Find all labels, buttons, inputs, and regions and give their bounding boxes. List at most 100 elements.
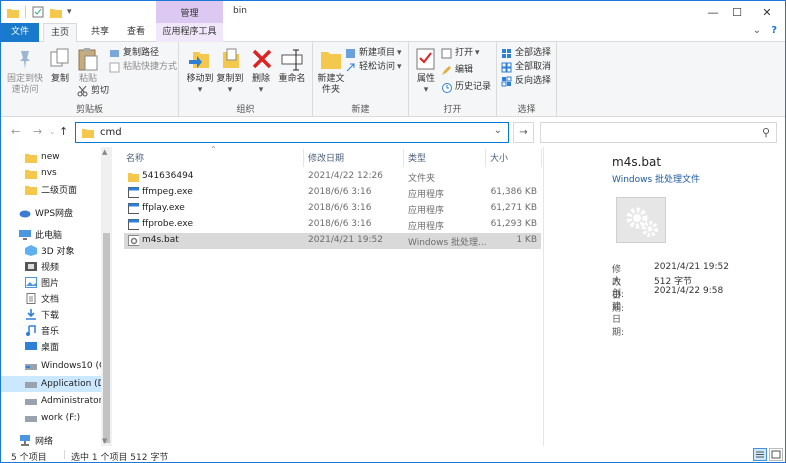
new-folder-button[interactable]: 新建文件夹 (315, 46, 347, 96)
details-view-icon[interactable] (753, 448, 767, 461)
nav-item-subpage[interactable]: 二级页面 (1, 181, 101, 197)
address-path: cmd (100, 127, 122, 138)
open-button[interactable]: 打开 ▾ (441, 47, 480, 60)
documents-icon (25, 292, 37, 304)
drive-icon (25, 413, 37, 424)
column-header-name[interactable]: 名称 (126, 151, 306, 167)
copy-path-icon (109, 48, 120, 59)
new-item-button[interactable]: 新建项目 ▾ (345, 47, 402, 60)
nav-item-drive-f[interactable]: work (F:) (1, 410, 101, 426)
invert-selection-button[interactable]: 反向选择 (501, 75, 551, 88)
file-row[interactable]: ffmpeg.exe 2018/6/6 3:16 应用程序 61,386 KB (124, 185, 541, 201)
nav-item-nvs[interactable]: nvs (1, 165, 101, 181)
nav-item-wps-cloud[interactable]: WPS网盘 (1, 204, 101, 220)
nav-item-label: 3D 对象 (41, 246, 75, 257)
scroll-up-icon[interactable]: ▲ (102, 148, 107, 156)
nav-item-label: 二级页面 (41, 185, 78, 196)
exe-icon (128, 203, 139, 214)
search-input[interactable]: ⚲ (540, 122, 777, 143)
paste-shortcut-button[interactable]: 粘贴快捷方式 (109, 61, 177, 74)
nav-item-this-pc[interactable]: 此电脑 (1, 226, 101, 242)
nav-item-documents[interactable]: 文档 (1, 290, 101, 306)
edit-button[interactable]: 编辑 (441, 64, 473, 77)
nav-item-music[interactable]: 音乐 (1, 322, 101, 338)
file-size: 61,386 KB (490, 187, 537, 197)
scroll-down-icon[interactable]: ▼ (102, 437, 107, 445)
item-count: 5 个项目 (11, 453, 47, 463)
tab-application-tools[interactable]: 应用程序工具 (156, 23, 223, 42)
rename-button[interactable]: 重命名 (277, 46, 307, 85)
nav-item-videos[interactable]: 视频 (1, 258, 101, 274)
copy-path-button[interactable]: 复制路径 (109, 47, 159, 60)
large-icons-view-icon[interactable] (769, 448, 783, 461)
copy-to-button[interactable]: 复制到 ▾ (215, 46, 245, 96)
close-button[interactable]: ✕ (747, 1, 785, 23)
cut-button[interactable]: 剪切 (77, 85, 109, 98)
nav-item-drive-c[interactable]: Windows10 (C: (1, 358, 101, 374)
go-button[interactable]: → (513, 122, 534, 143)
file-row-selected[interactable]: m4s.bat 2021/4/21 19:52 Windows 批处理... 1… (124, 233, 541, 249)
easy-access-button[interactable]: 轻松访问 ▾ (345, 61, 402, 74)
history-button[interactable]: 历史记录 (441, 81, 491, 94)
file-name: 541636494 (142, 171, 194, 181)
up-button[interactable]: ↑ (59, 125, 68, 138)
properties-icon[interactable] (32, 6, 44, 18)
folder-icon (25, 152, 37, 163)
nav-pane-scroll-thumb[interactable] (103, 233, 110, 443)
nav-item-pictures[interactable]: 图片 (1, 274, 101, 290)
file-row[interactable]: 541636494 2021/4/22 12:26 文件夹 (124, 169, 541, 185)
network-icon (19, 434, 31, 446)
copy-button[interactable]: 复制 (47, 46, 73, 85)
properties-dropdown-icon: ▾ (423, 85, 429, 95)
tab-home[interactable]: 主页 (43, 23, 77, 43)
open-dropdown-icon: ▾ (475, 48, 480, 58)
forward-button[interactable]: → (33, 125, 42, 138)
customize-qa-icon[interactable]: ▾ (67, 7, 72, 17)
nav-item-new[interactable]: new (1, 149, 101, 165)
nav-item-drive-d[interactable]: Application (D: (1, 376, 101, 392)
edit-label: 编辑 (455, 65, 474, 75)
help-icon[interactable]: ? (771, 25, 777, 36)
nav-item-drive-e[interactable]: Administrator ( (1, 393, 101, 409)
properties-button[interactable]: 属性 ▾ (413, 46, 439, 96)
select-all-button[interactable]: 全部选择 (501, 47, 551, 60)
delete-dropdown-icon: ▾ (258, 85, 264, 95)
explorer-window: ▾ 管理 bin — ☐ ✕ 文件 主页 共享 查看 应用程序工具 ⌄ ? 固定… (0, 0, 786, 463)
collapse-ribbon-icon[interactable]: ⌄ (753, 25, 761, 36)
nav-pane-scrollbar[interactable]: ▲ ▼ (101, 147, 112, 446)
computer-icon (19, 229, 31, 240)
delete-x-icon (249, 46, 275, 72)
back-button[interactable]: ← (11, 125, 20, 138)
open-group: 属性 ▾ 打开 ▾ 编辑 历史记录 打开 (409, 42, 497, 117)
preview-file-name: m4s.bat (612, 155, 662, 169)
file-row[interactable]: ffplay.exe 2018/6/6 3:16 应用程序 61,271 KB (124, 201, 541, 217)
tab-share[interactable]: 共享 (83, 23, 117, 42)
column-header-size[interactable]: 大小 (490, 151, 540, 167)
select-none-button[interactable]: 全部取消 (501, 61, 551, 74)
address-bar[interactable]: cmd ⌄ (75, 122, 509, 143)
edit-icon (441, 65, 452, 76)
new-folder-icon[interactable] (50, 7, 62, 18)
scissors-icon (77, 85, 88, 97)
file-type: 应用程序 (408, 190, 445, 200)
move-to-button[interactable]: 移动到 ▾ (185, 46, 215, 96)
organize-group-label: 组织 (236, 105, 255, 115)
details-pane: m4s.bat Windows 批处理文件 修改日期: 2021/4/21 19… (543, 147, 785, 446)
nav-item-label: 视频 (41, 262, 60, 273)
nav-item-downloads[interactable]: 下载 (1, 306, 101, 322)
delete-button[interactable]: 删除 ▾ (249, 46, 273, 96)
context-tab-group-label: 管理 (180, 9, 199, 19)
file-list: ⌃ 名称 修改日期 类型 大小 541636494 2021/4/22 12:2… (118, 145, 543, 446)
nav-item-3d-objects[interactable]: 3D 对象 (1, 242, 101, 258)
nav-item-desktop[interactable]: 桌面 (1, 338, 101, 354)
tab-view[interactable]: 查看 (119, 23, 153, 42)
address-dropdown-icon[interactable]: ⌄ (494, 125, 502, 136)
column-header-type[interactable]: 类型 (408, 151, 488, 167)
recent-locations-icon[interactable]: ⌄ (49, 127, 56, 136)
file-row[interactable]: ffprobe.exe 2018/6/6 3:16 应用程序 61,293 KB (124, 217, 541, 233)
column-header-date[interactable]: 修改日期 (308, 151, 403, 167)
tab-file[interactable]: 文件 (1, 23, 39, 42)
paste-button[interactable]: 粘贴 (75, 46, 101, 85)
select-group-label: 选择 (517, 105, 536, 115)
pin-quick-access-button[interactable]: 固定到快速访问 (5, 46, 45, 96)
